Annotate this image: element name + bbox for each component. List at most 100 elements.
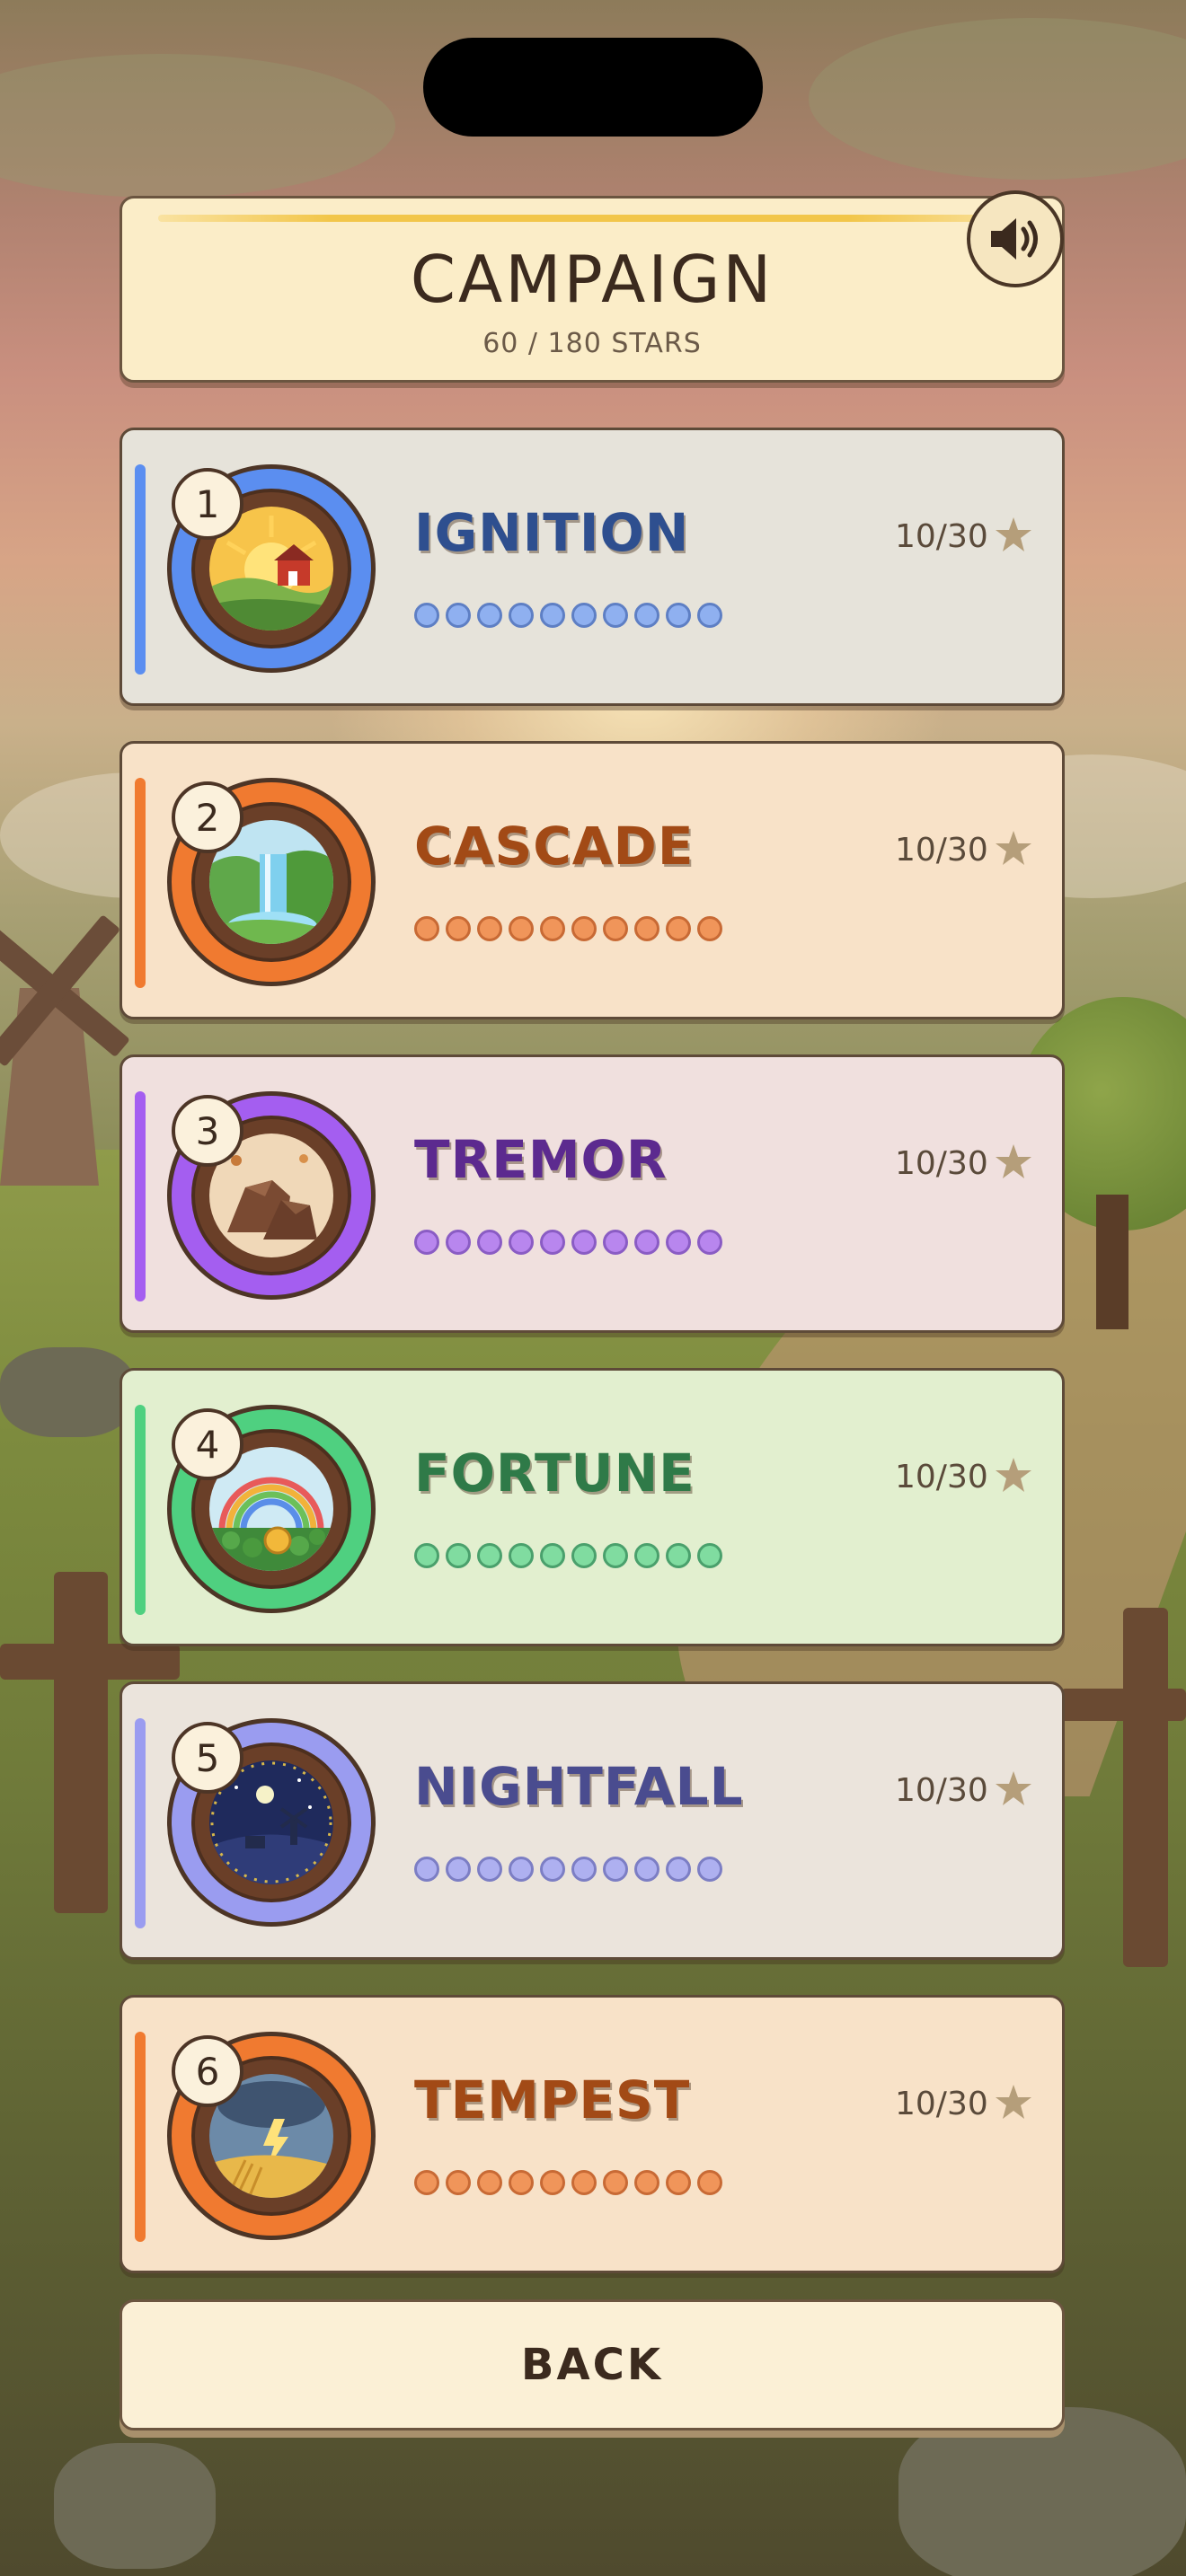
stars-total: 60 / 180 STARS <box>482 328 702 359</box>
level-star-count: 10/30 <box>895 832 988 869</box>
level-progress-dots <box>414 916 722 941</box>
progress-dot <box>666 1857 691 1882</box>
card-accent-bar <box>135 1718 146 1928</box>
progress-dot <box>509 2170 534 2195</box>
progress-dot <box>666 916 691 941</box>
level-card-ignition[interactable]: 1 IGNITION 10/30 <box>119 428 1065 706</box>
card-accent-bar <box>135 464 146 675</box>
progress-dot <box>697 2170 722 2195</box>
progress-dot <box>509 1543 534 1568</box>
back-button[interactable]: BACK <box>119 2299 1065 2430</box>
card-accent-bar <box>135 778 146 988</box>
star-icon <box>994 1455 1033 1495</box>
level-name: TEMPEST <box>414 2069 691 2130</box>
progress-dot <box>603 1230 628 1255</box>
progress-dot <box>571 1857 597 1882</box>
level-star-count: 10/30 <box>895 1459 988 1495</box>
level-number-badge: 6 <box>172 2035 243 2107</box>
progress-dot <box>634 916 659 941</box>
progress-dot <box>477 2170 502 2195</box>
level-progress-dots <box>414 1230 722 1255</box>
star-icon <box>994 828 1033 868</box>
sound-toggle-button[interactable] <box>967 190 1064 287</box>
progress-dot <box>540 1543 565 1568</box>
progress-dot <box>477 1857 502 1882</box>
device-notch <box>423 38 763 137</box>
level-number-badge: 2 <box>172 781 243 853</box>
progress-dot <box>603 1543 628 1568</box>
progress-dot <box>634 2170 659 2195</box>
progress-dot <box>603 1857 628 1882</box>
level-name: IGNITION <box>414 502 690 563</box>
progress-dot <box>634 1230 659 1255</box>
progress-dot <box>414 603 439 628</box>
progress-dot <box>540 2170 565 2195</box>
progress-dot <box>540 1230 565 1255</box>
progress-dot <box>446 1230 471 1255</box>
progress-dot <box>414 1543 439 1568</box>
progress-dot <box>540 916 565 941</box>
progress-dot <box>571 1543 597 1568</box>
progress-dot <box>446 2170 471 2195</box>
progress-dot <box>697 1543 722 1568</box>
page-title: CAMPAIGN <box>410 242 774 317</box>
progress-dot <box>446 1857 471 1882</box>
progress-dot <box>446 603 471 628</box>
level-progress-dots <box>414 2170 722 2195</box>
progress-dot <box>509 603 534 628</box>
level-card-fortune[interactable]: 4 FORTUNE 10/30 <box>119 1368 1065 1646</box>
progress-dot <box>414 916 439 941</box>
level-name: TREMOR <box>414 1129 668 1190</box>
progress-dot <box>666 2170 691 2195</box>
level-star-count: 10/30 <box>895 1772 988 1809</box>
level-card-nightfall[interactable]: 5 NIGHTFALL 10/30 <box>119 1681 1065 1960</box>
card-accent-bar <box>135 1405 146 1615</box>
progress-dot <box>509 1230 534 1255</box>
progress-dot <box>414 2170 439 2195</box>
progress-dot <box>697 1230 722 1255</box>
level-card-tempest[interactable]: 6 TEMPEST 10/30 <box>119 1995 1065 2273</box>
level-number-badge: 3 <box>172 1095 243 1167</box>
level-number-badge: 1 <box>172 468 243 540</box>
level-card-cascade[interactable]: 2 CASCADE 10/30 <box>119 741 1065 1019</box>
progress-dot <box>446 1543 471 1568</box>
progress-dot <box>571 916 597 941</box>
progress-dot <box>477 603 502 628</box>
level-number-badge: 5 <box>172 1722 243 1794</box>
progress-dot <box>666 603 691 628</box>
progress-dot <box>540 1857 565 1882</box>
campaign-header: CAMPAIGN 60 / 180 STARS <box>119 196 1065 383</box>
progress-dot <box>697 1857 722 1882</box>
level-number-badge: 4 <box>172 1408 243 1480</box>
progress-dot <box>414 1857 439 1882</box>
speaker-icon <box>991 218 1038 260</box>
star-icon <box>994 1769 1033 1808</box>
progress-dot <box>634 603 659 628</box>
progress-dot <box>477 1230 502 1255</box>
level-progress-dots <box>414 1857 722 1882</box>
level-name: CASCADE <box>414 816 695 877</box>
progress-dot <box>477 1543 502 1568</box>
level-star-count: 10/30 <box>895 1145 988 1182</box>
card-accent-bar <box>135 2032 146 2242</box>
star-icon <box>994 2082 1033 2122</box>
level-name: FORTUNE <box>414 1442 695 1504</box>
progress-dot <box>414 1230 439 1255</box>
progress-dot <box>666 1230 691 1255</box>
level-progress-dots <box>414 603 722 628</box>
level-progress-dots <box>414 1543 722 1568</box>
star-icon <box>994 515 1033 554</box>
progress-dot <box>509 1857 534 1882</box>
progress-dot <box>603 2170 628 2195</box>
progress-dot <box>666 1543 691 1568</box>
level-star-count: 10/30 <box>895 518 988 555</box>
progress-dot <box>603 603 628 628</box>
progress-dot <box>509 916 534 941</box>
progress-dot <box>634 1857 659 1882</box>
level-star-count: 10/30 <box>895 2086 988 2122</box>
progress-dot <box>697 603 722 628</box>
progress-dot <box>446 916 471 941</box>
progress-dot <box>540 603 565 628</box>
level-card-tremor[interactable]: 3 TREMOR 10/30 <box>119 1054 1065 1333</box>
card-accent-bar <box>135 1091 146 1301</box>
